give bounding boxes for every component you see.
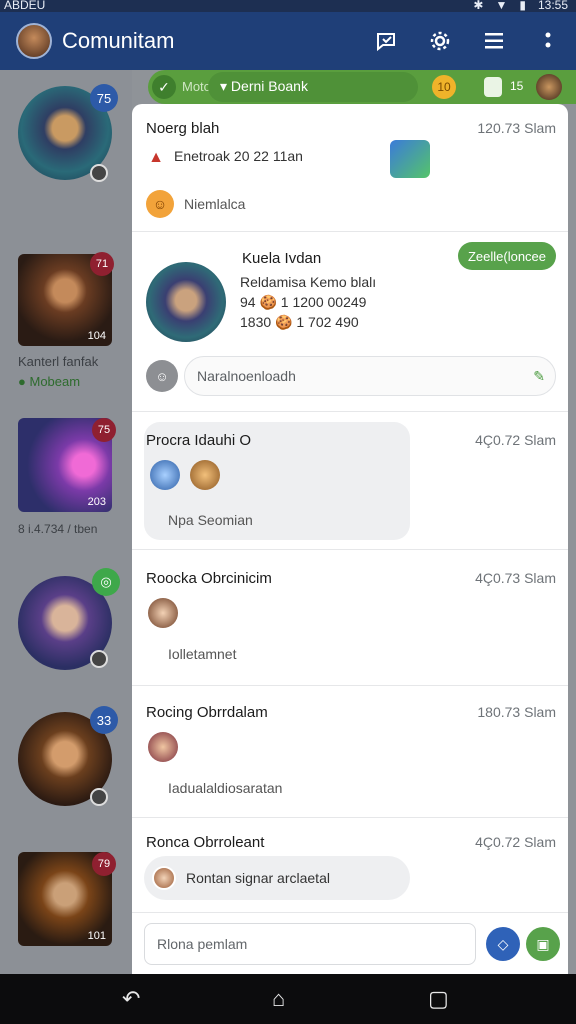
battery-icon: ▮ [519,0,526,12]
more-icon[interactable] [534,28,562,54]
bluetooth-icon: ✱ [473,0,484,12]
navigation-bar: ↶ ⌂ ▢ [0,974,576,1024]
post-item[interactable]: Noerg blah 120.73 Slam ▲ Enetroak 20 22 … [132,104,568,232]
send-button[interactable]: ▣ [526,927,560,961]
clock: 13:55 [537,0,568,12]
edit-icon[interactable]: ✎ [533,368,545,385]
bag-icon: ▣ [536,935,550,952]
reply-avatar: ☺ [146,360,178,392]
post-author: Procra Idauhi O [146,432,252,449]
reaction-avatar [152,866,176,890]
card-number: 101 [87,930,106,942]
mobeam-icon: ● [18,374,26,389]
game-thumbnail-icon[interactable] [390,140,430,178]
menu-icon[interactable] [480,28,508,54]
tag-icon: ◇ [497,935,509,952]
status-dot [90,164,108,182]
feed-badge: 75 [92,418,116,442]
banner-chip-text: Derni Boank [230,78,308,94]
card-number: 203 [87,496,106,508]
profile-line-3: 1830 🍪 1 702 490 [240,314,359,330]
comments-panel: Noerg blah 120.73 Slam ▲ Enetroak 20 22 … [132,104,568,974]
status-dot [90,650,108,668]
status-dot [90,788,108,806]
reply-input[interactable]: Naralnoenloadh ✎ [184,356,556,396]
flame-icon: ▲ [148,149,164,166]
feed-caption: Kanterl fanfak [18,354,99,369]
recents-icon[interactable]: ▢ [428,986,449,1012]
reaction-avatar [150,460,180,490]
profile-name: Kuela Ivdan [242,250,322,267]
wifi-icon: ▼ [495,0,508,12]
carrier-label: ABDEU [4,0,46,12]
feed-caption: 8 i.4.734 / tben [18,522,98,536]
post-time: 4Ç0.73 Slam [475,570,556,586]
message-input[interactable]: Rlona pemlam [144,923,476,965]
emoji-icon: ☺ [146,190,174,218]
profile-post[interactable]: Kuela Ivdan Reldamisa Kemo blalı 94 🍪 1 … [132,232,568,412]
post-item[interactable]: Ronca Obrroleant 4Ç0.72 Slam Rontan sign… [132,818,568,914]
feed-badge: 79 [92,852,116,876]
reaction-avatar [148,732,178,762]
chat-check-icon[interactable] [372,28,400,54]
post-reply: Npa Seomian [168,512,253,528]
bag-icon [484,77,502,97]
attach-button[interactable]: ◇ [486,927,520,961]
feed-badge: ◎ [92,568,120,596]
settings-icon[interactable] [426,28,454,54]
system-icons: ✱ ▼ ▮ 13:55 [473,0,568,12]
post-time: 4Ç0.72 Slam [475,432,556,448]
home-icon[interactable]: ⌂ [272,986,285,1012]
profile-post-avatar[interactable] [146,262,226,342]
banner-count: 15 [510,79,524,93]
status-bar: ABDEU ✱ ▼ ▮ 13:55 [0,0,576,12]
background-feed: 75 104 71 Kanterl fanfak ● Mobeam 203 75… [0,70,132,974]
post-author: Roocka Obrcinicim [146,570,272,587]
profile-avatar[interactable] [16,23,52,59]
feed-badge: 71 [90,252,114,276]
post-author: Rocing Obrrdalam [146,704,268,721]
feed-caption-text: Mobeam [29,374,81,389]
banner-chip-label: ▾ Derni Boank [220,78,308,94]
coin-icon: 10 [432,75,456,99]
profile-line-1: Reldamisa Kemo blalı [240,274,377,290]
post-time: 180.73 Slam [477,704,556,720]
post-author: Ronca Obrroleant [146,834,265,851]
feed-caption-secondary: ● Mobeam [18,374,80,389]
reaction-avatar [148,598,178,628]
back-icon[interactable]: ↶ [122,986,140,1012]
post-author: Noerg blah [146,120,220,137]
follow-button[interactable]: Zeelle(loncee [458,242,556,270]
app-title: Comunitam [62,28,175,53]
message-composer: Rlona pemlam ◇ ▣ [132,912,568,974]
app-bar: Comunitam [0,12,576,70]
profile-line-2: 94 🍪 1 1200 00249 [240,294,367,310]
feed-badge: 33 [90,706,118,734]
card-number: 104 [87,330,106,342]
message-placeholder: Rlona pemlam [157,936,248,952]
post-reply: Iadualaldiosaratan [168,780,283,796]
reply-placeholder: Naralnoenloadh [197,368,296,384]
post-time: 120.73 Slam [477,120,556,136]
post-item[interactable]: Roocka Obrcinicim 4Ç0.73 Slam Iolletamne… [132,550,568,686]
post-reply: Rontan signar arclaetal [186,870,330,886]
banner-left-text: Moto [182,79,211,94]
reaction-label: Niemlalca [184,196,246,212]
banner-avatar[interactable] [536,74,562,100]
post-time: 4Ç0.72 Slam [475,834,556,850]
post-line: Enetroak 20 22 11an [174,148,303,164]
reaction-avatar [190,460,220,490]
feed-badge: 75 [90,84,118,112]
post-item[interactable]: Rocing Obrrdalam 180.73 Slam Iadualaldio… [132,686,568,818]
check-icon: ✓ [152,75,176,99]
post-reply: Iolletamnet [168,646,237,662]
post-item[interactable]: Procra Idauhi O 4Ç0.72 Slam Npa Seomian [132,412,568,550]
notification-banner[interactable]: ✓ Moto ▾ Derni Boank 10 15 [148,70,576,104]
